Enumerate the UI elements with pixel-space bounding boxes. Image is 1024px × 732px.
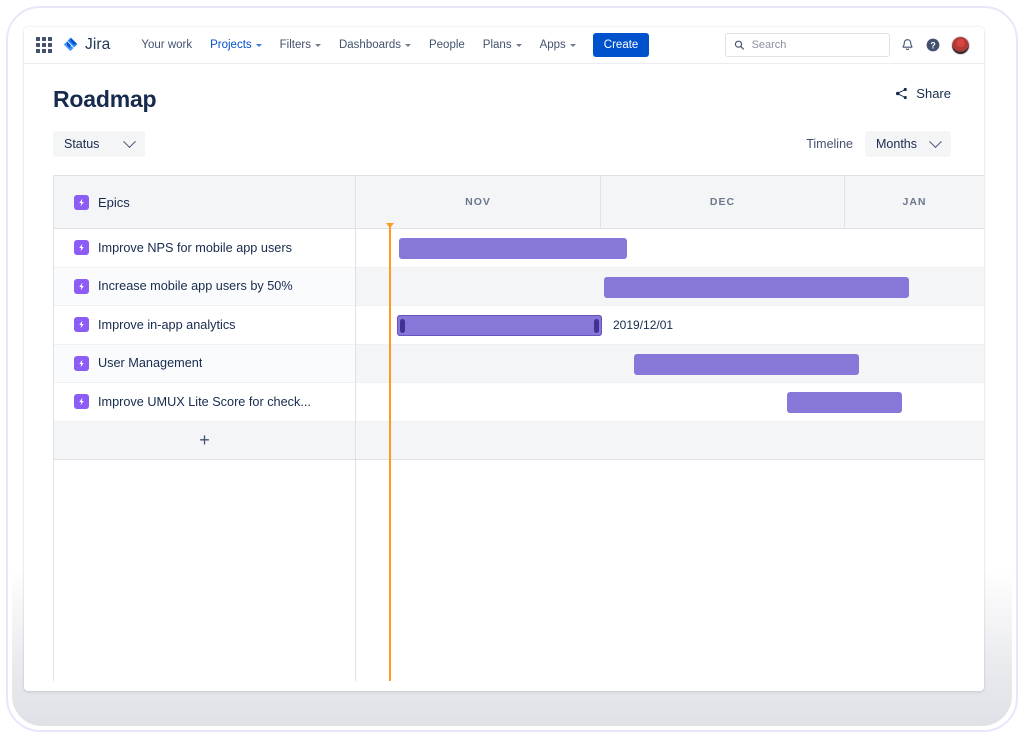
timeline-month-cell: DEC: [601, 176, 845, 228]
page-body: Roadmap Share Status: [24, 64, 984, 681]
timeline-row: 2019/12/01: [356, 306, 984, 345]
epic-icon: [74, 279, 89, 294]
screenshot-root: Jira Your work Projects Filters Dashboar…: [0, 0, 1024, 732]
timeline-month-cell: JAN: [845, 176, 984, 228]
user-avatar[interactable]: [951, 36, 970, 55]
timeline-bar[interactable]: [399, 238, 627, 259]
jira-logo-icon: [62, 36, 80, 54]
timeline-row: [356, 345, 984, 384]
create-button[interactable]: Create: [593, 33, 650, 57]
timeline-label: Timeline: [806, 137, 853, 151]
timeline-unit-label: Months: [876, 137, 917, 151]
share-label: Share: [916, 86, 951, 101]
epic-row-label: Improve NPS for mobile app users: [98, 241, 292, 255]
timeline-empty-area: [356, 460, 984, 681]
timeline-unit-dropdown[interactable]: Months: [865, 131, 951, 157]
timeline-row: [356, 229, 984, 268]
status-filter-dropdown[interactable]: Status: [53, 131, 145, 157]
nav-item-label: People: [429, 39, 465, 51]
epic-icon: [74, 356, 89, 371]
chevron-down-icon: [516, 44, 522, 47]
epic-row[interactable]: Improve NPS for mobile app users: [54, 229, 355, 268]
epic-row-label: Improve UMUX Lite Score for check...: [98, 395, 311, 409]
epics-column-header: Epics: [54, 176, 355, 229]
jira-brand[interactable]: Jira: [62, 36, 110, 54]
epics-column-header-label: Epics: [98, 195, 130, 210]
epic-icon: [74, 317, 89, 332]
epic-row[interactable]: Improve in-app analytics: [54, 306, 355, 345]
apps-grid-icon[interactable]: [36, 37, 52, 53]
timeline-bar[interactable]: [604, 277, 909, 298]
timeline-bar-selected[interactable]: [397, 315, 602, 336]
search-icon: [734, 39, 745, 51]
nav-item-label: Plans: [483, 39, 512, 51]
epic-row-label: User Management: [98, 356, 202, 370]
timeline-bar[interactable]: [787, 392, 902, 413]
bell-icon[interactable]: [900, 38, 915, 53]
add-epic-button[interactable]: +: [54, 422, 355, 461]
jira-app-window: Jira Your work Projects Filters Dashboar…: [24, 27, 984, 691]
global-navigation-bar: Jira Your work Projects Filters Dashboar…: [24, 27, 984, 64]
epic-row[interactable]: Improve UMUX Lite Score for check...: [54, 383, 355, 422]
timeline-bar[interactable]: [634, 354, 859, 375]
nav-item-projects[interactable]: Projects: [201, 34, 271, 56]
timeline-month-header: NOV DEC JAN: [356, 176, 984, 229]
roadmap-grid: NOV DEC JAN 2019/12/01 Epics: [53, 175, 984, 681]
timeline-month-cell: NOV: [356, 176, 601, 228]
nav-item-apps[interactable]: Apps: [531, 34, 585, 56]
timeline-bar-resize-handle-left[interactable]: [400, 319, 405, 333]
roadmap-toolbar: Status Timeline Months: [24, 129, 984, 159]
timeline-add-row: [356, 422, 984, 461]
chevron-down-icon: [570, 44, 576, 47]
timeline-row: [356, 268, 984, 307]
chevron-down-icon: [929, 135, 942, 148]
nav-item-your-work[interactable]: Your work: [132, 34, 201, 56]
help-circle-icon[interactable]: ?: [925, 37, 941, 53]
page-title: Roadmap: [53, 86, 951, 113]
epic-icon: [74, 394, 89, 409]
epic-icon: [74, 195, 89, 210]
chevron-down-icon: [256, 44, 262, 47]
nav-item-label: Apps: [540, 39, 566, 51]
nav-item-plans[interactable]: Plans: [474, 34, 531, 56]
roadmap-timeline-pane: NOV DEC JAN 2019/12/01: [356, 176, 984, 681]
epic-row[interactable]: User Management: [54, 345, 355, 384]
nav-item-dashboards[interactable]: Dashboards: [330, 34, 420, 56]
search-box[interactable]: [725, 33, 890, 57]
timeline-bar-resize-handle-right[interactable]: [594, 319, 599, 333]
nav-item-label: Projects: [210, 39, 252, 51]
jira-brand-label: Jira: [85, 36, 110, 54]
nav-item-filters[interactable]: Filters: [271, 34, 330, 56]
share-icon: [894, 86, 909, 101]
svg-text:?: ?: [930, 41, 935, 51]
nav-item-label: Filters: [280, 39, 311, 51]
search-input[interactable]: [752, 39, 881, 51]
nav-item-people[interactable]: People: [420, 34, 474, 56]
timeline-month-label: NOV: [465, 196, 491, 208]
epic-row-label: Improve in-app analytics: [98, 318, 236, 332]
epic-row-label: Increase mobile app users by 50%: [98, 279, 293, 293]
timeline-month-label: JAN: [902, 196, 926, 208]
toolbar-right-cluster: Timeline Months: [806, 131, 951, 157]
status-filter-label: Status: [64, 137, 99, 151]
chevron-down-icon: [123, 135, 136, 148]
epic-list: Improve NPS for mobile app users Increase…: [54, 229, 355, 422]
epic-icon: [74, 240, 89, 255]
primary-nav-items: Your work Projects Filters Dashboards Pe…: [132, 33, 649, 57]
page-header: Roadmap Share: [24, 64, 984, 113]
epic-row[interactable]: Increase mobile app users by 50%: [54, 268, 355, 307]
share-button[interactable]: Share: [894, 86, 951, 101]
chevron-down-icon: [405, 44, 411, 47]
roadmap-epics-pane: Epics Improve NPS for mobile app users In…: [54, 176, 356, 681]
timeline-bar-date-label: 2019/12/01: [613, 318, 673, 332]
chevron-down-icon: [315, 44, 321, 47]
nav-item-label: Your work: [141, 39, 192, 51]
timeline-bar-rows: 2019/12/01: [356, 229, 984, 681]
timeline-month-label: DEC: [710, 196, 735, 208]
timeline-row: [356, 383, 984, 422]
nav-right-cluster: ?: [725, 33, 970, 57]
nav-item-label: Dashboards: [339, 39, 401, 51]
